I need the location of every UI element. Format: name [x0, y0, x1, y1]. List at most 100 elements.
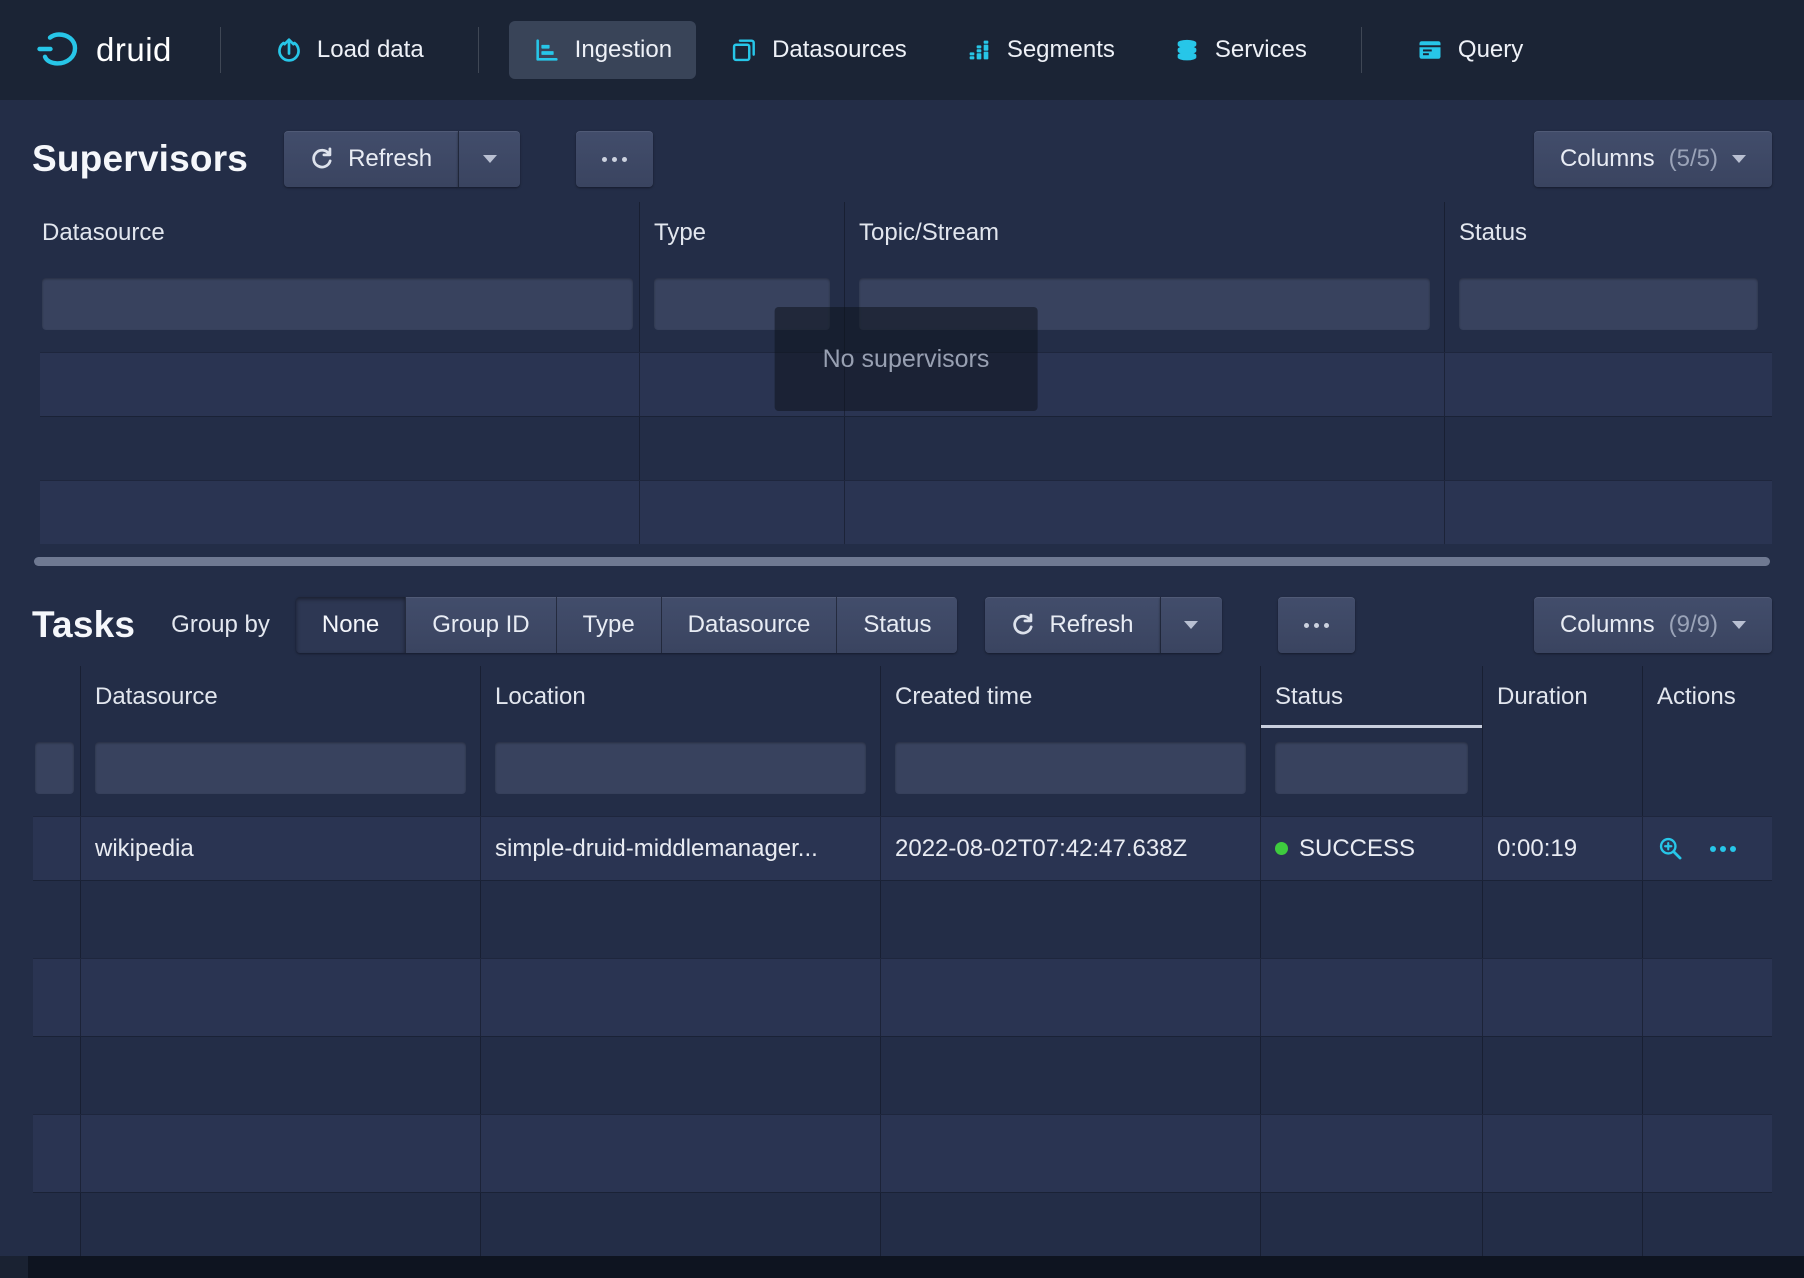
- scrollbar-corner: [0, 1256, 28, 1278]
- tasks-table-header: Datasource Location Created time Status …: [33, 666, 1772, 728]
- nav-item-label: Load data: [317, 36, 424, 64]
- filter-cell: [881, 728, 1261, 816]
- supervisors-columns-button[interactable]: Columns (5/5): [1534, 131, 1772, 187]
- navbar-divider: [1361, 27, 1362, 73]
- tasks-filter-row: [33, 728, 1772, 816]
- tasks-table: Datasource Location Created time Status …: [33, 666, 1772, 1270]
- supervisors-table: Datasource Type Topic/Stream Status: [40, 202, 1772, 544]
- task-cell-location[interactable]: simple-druid-middlemanager...: [481, 817, 881, 880]
- task-row-wikipedia[interactable]: wikipedia simple-druid-middlemanager... …: [33, 816, 1772, 880]
- column-header-duration[interactable]: Duration: [1483, 666, 1643, 728]
- tasks-empty-row: [33, 1114, 1772, 1192]
- tasks-id-filter-input[interactable]: [35, 742, 74, 794]
- column-header-topic-stream[interactable]: Topic/Stream: [845, 202, 1445, 264]
- chevron-down-icon: [483, 155, 497, 163]
- filter-cell: [1445, 264, 1772, 352]
- nav-load-data[interactable]: Load data: [251, 21, 448, 79]
- columns-label: Columns: [1560, 145, 1655, 173]
- filter-cell: [1483, 728, 1643, 816]
- group-by-datasource-button[interactable]: Datasource: [661, 597, 837, 653]
- supervisors-title: Supervisors: [32, 138, 248, 180]
- tasks-created-time-filter-input[interactable]: [895, 742, 1246, 794]
- task-cell-created-time[interactable]: 2022-08-02T07:42:47.638Z: [881, 817, 1261, 880]
- column-header-status[interactable]: Status: [1261, 666, 1483, 728]
- filter-cell: [481, 728, 881, 816]
- filter-cell: [81, 728, 481, 816]
- column-header-datasource[interactable]: Datasource: [81, 666, 481, 728]
- tasks-datasource-filter-input[interactable]: [95, 742, 466, 794]
- horizontal-scrollbar[interactable]: [34, 557, 1770, 566]
- refresh-label: Refresh: [1049, 611, 1133, 639]
- chevron-down-icon: [1732, 621, 1746, 629]
- supervisors-section: Supervisors Refresh: [0, 128, 1804, 566]
- supervisors-more-button[interactable]: [576, 131, 653, 187]
- task-cell-actions: [1643, 817, 1772, 880]
- logo-text: druid: [96, 31, 172, 69]
- query-icon: [1416, 36, 1444, 64]
- column-header-status[interactable]: Status: [1445, 202, 1772, 264]
- nav-services[interactable]: Services: [1149, 21, 1331, 79]
- refresh-label: Refresh: [348, 145, 432, 173]
- task-cell-datasource[interactable]: wikipedia: [81, 817, 481, 880]
- group-by-type-button[interactable]: Type: [556, 597, 661, 653]
- upload-icon: [275, 36, 303, 64]
- nav-item-label: Services: [1215, 36, 1307, 64]
- nav-item-label: Datasources: [772, 36, 907, 64]
- success-status-dot: [1275, 842, 1288, 855]
- columns-label: Columns: [1560, 611, 1655, 639]
- group-by-status-button[interactable]: Status: [836, 597, 957, 653]
- services-icon: [1173, 36, 1201, 64]
- tasks-location-filter-input[interactable]: [495, 742, 866, 794]
- chevron-down-icon: [1732, 155, 1746, 163]
- column-header-created-time[interactable]: Created time: [881, 666, 1261, 728]
- more-icon: [1304, 623, 1329, 628]
- task-cell-duration[interactable]: 0:00:19: [1483, 817, 1643, 880]
- supervisors-refresh-button[interactable]: Refresh: [284, 131, 458, 187]
- tasks-empty-row: [33, 1036, 1772, 1114]
- tasks-refresh-button[interactable]: Refresh: [985, 597, 1159, 653]
- tasks-columns-button[interactable]: Columns (9/9): [1534, 597, 1772, 653]
- task-actions-more-icon[interactable]: [1710, 846, 1736, 852]
- column-header-type[interactable]: Type: [640, 202, 845, 264]
- empty-message-text: No supervisors: [823, 345, 990, 374]
- supervisors-refresh-split: Refresh: [284, 131, 520, 187]
- nav-query[interactable]: Query: [1392, 21, 1547, 79]
- nav-item-label: Query: [1458, 36, 1523, 64]
- nav-ingestion[interactable]: Ingestion: [509, 21, 696, 79]
- supervisors-status-filter-input[interactable]: [1459, 278, 1758, 330]
- navbar: druid Load data Ingestio: [0, 0, 1804, 100]
- nav-segments[interactable]: Segments: [941, 21, 1139, 79]
- column-header-blank: [33, 666, 81, 728]
- tasks-toolbar: Tasks Group by None Group ID Type Dataso…: [32, 594, 1772, 656]
- chevron-down-icon: [1184, 621, 1198, 629]
- filter-cell: [40, 264, 640, 352]
- task-detail-magnifier-icon[interactable]: [1657, 835, 1684, 862]
- columns-count: (9/9): [1669, 611, 1718, 639]
- nav-datasources[interactable]: Datasources: [706, 21, 931, 79]
- tasks-refresh-dropdown-button[interactable]: [1160, 597, 1222, 653]
- navbar-divider: [220, 27, 221, 73]
- column-header-datasource[interactable]: Datasource: [40, 202, 640, 264]
- supervisors-datasource-filter-input[interactable]: [42, 278, 633, 330]
- druid-logo[interactable]: druid: [36, 30, 172, 70]
- filter-cell: [33, 728, 81, 816]
- status-text: SUCCESS: [1299, 835, 1415, 863]
- bottom-horizontal-scrollbar[interactable]: [0, 1256, 1804, 1278]
- task-cell-status[interactable]: SUCCESS: [1261, 817, 1483, 880]
- columns-count: (5/5): [1669, 145, 1718, 173]
- more-icon: [602, 157, 627, 162]
- group-by-none-button[interactable]: None: [296, 597, 405, 653]
- tasks-status-filter-input[interactable]: [1275, 742, 1468, 794]
- group-by-group-id-button[interactable]: Group ID: [405, 597, 555, 653]
- supervisors-empty-row: [40, 416, 1772, 480]
- tasks-more-button[interactable]: [1278, 597, 1355, 653]
- supervisors-refresh-dropdown-button[interactable]: [458, 131, 520, 187]
- tasks-empty-row: [33, 958, 1772, 1036]
- refresh-icon: [310, 147, 334, 171]
- druid-console: druid Load data Ingestio: [0, 0, 1804, 1278]
- segments-icon: [965, 36, 993, 64]
- task-cell-blank: [33, 817, 81, 880]
- druid-logo-icon: [36, 30, 82, 70]
- column-header-actions[interactable]: Actions: [1643, 666, 1772, 728]
- column-header-location[interactable]: Location: [481, 666, 881, 728]
